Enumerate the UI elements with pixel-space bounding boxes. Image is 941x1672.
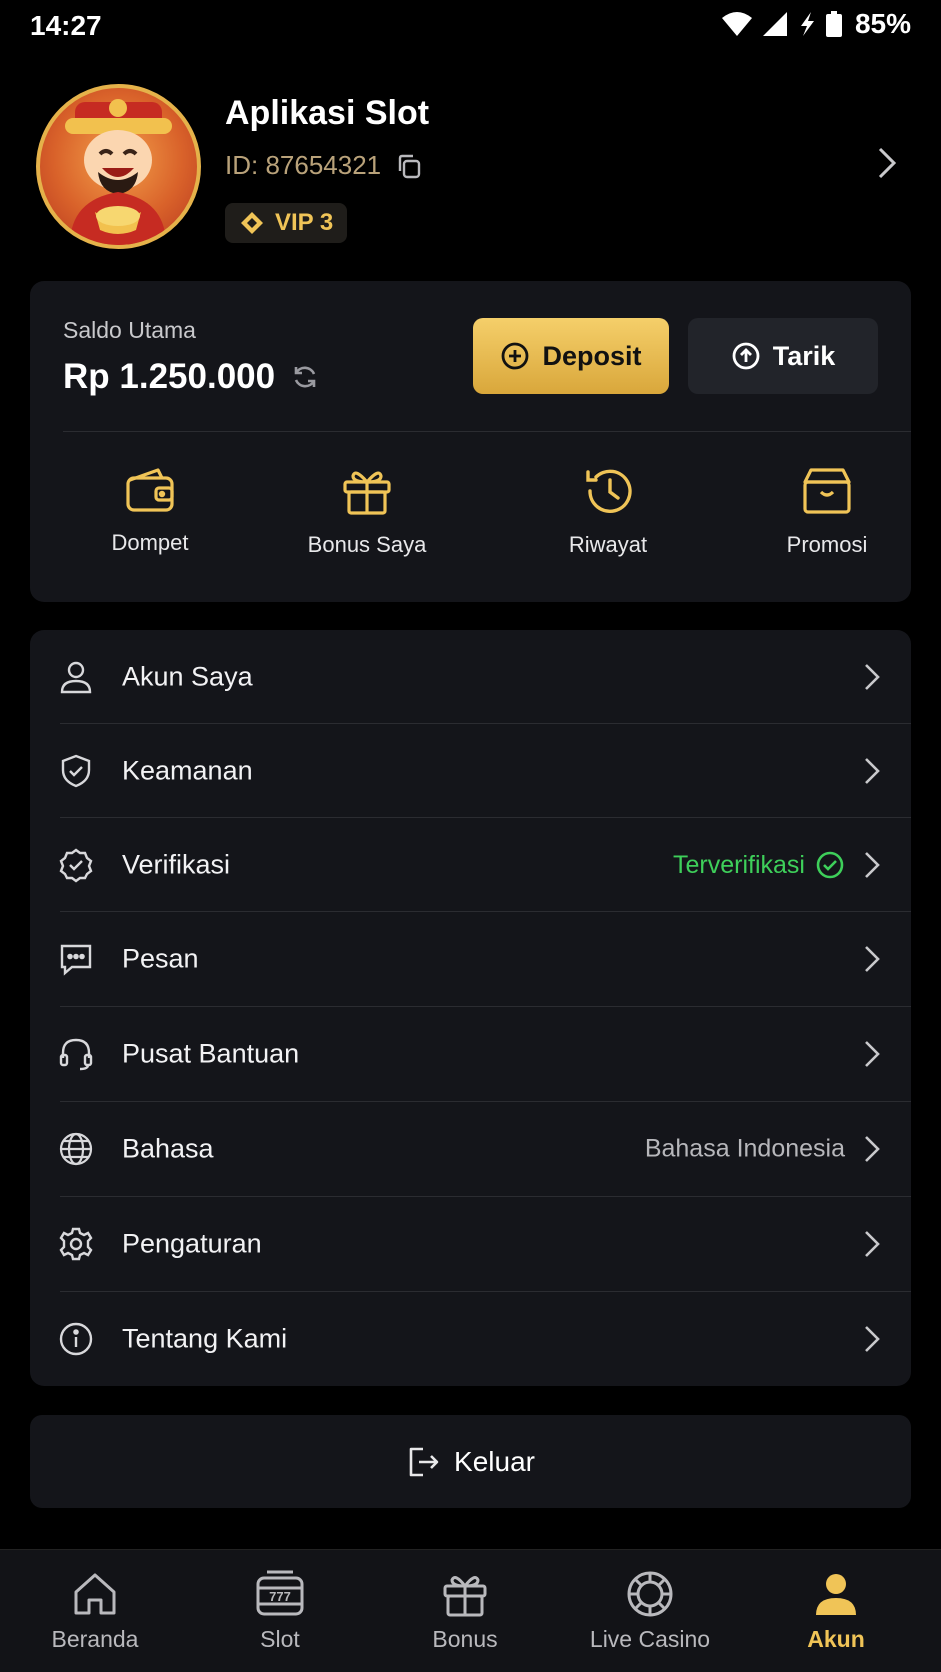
menu-item-bahasa[interactable]: Bahasa Bahasa Indonesia <box>30 1102 911 1196</box>
nav-label: Slot <box>260 1626 300 1652</box>
quick-action-label: Bonus Saya <box>307 532 427 557</box>
chevron-right-icon <box>865 664 880 690</box>
verification-status-text: Terverifikasi <box>673 850 805 879</box>
menu-item-pusat-bantuan[interactable]: Pusat Bantuan <box>30 1007 911 1101</box>
diamond-icon <box>241 212 263 234</box>
nav-tab-bonus[interactable]: Bonus <box>390 1570 540 1653</box>
wifi-icon <box>721 12 752 36</box>
menu-item-label: Verifikasi <box>122 849 231 880</box>
nav-label: Akun <box>807 1626 865 1652</box>
language-value: Bahasa Indonesia <box>644 1134 845 1163</box>
headset-icon <box>59 1038 93 1071</box>
battery-percent: 85% <box>854 8 911 39</box>
arrow-up-circle-icon <box>732 342 760 370</box>
quick-action-label: Dompet <box>111 530 189 555</box>
verification-status: Terverifikasi <box>673 850 845 880</box>
plus-circle-icon <box>502 342 529 370</box>
nav-tab-akun[interactable]: Akun <box>761 1570 911 1653</box>
quick-action-history[interactable]: Riwayat <box>533 466 683 558</box>
nav-label: Beranda <box>51 1626 139 1652</box>
menu-item-pesan[interactable]: Pesan <box>30 912 911 1006</box>
slot-machine-icon: 777 <box>256 1570 304 1616</box>
user-icon <box>60 661 92 694</box>
avatar <box>36 84 201 249</box>
check-circle-icon <box>816 851 844 879</box>
chevron-right-icon <box>865 1326 880 1352</box>
chevron-right-icon <box>865 852 880 878</box>
nav-label: Live Casino <box>589 1626 711 1652</box>
signal-icon <box>762 12 787 36</box>
gear-icon <box>59 1227 93 1261</box>
balance-amount-row: Rp 1.250.000 <box>63 357 319 397</box>
quick-action-promo[interactable]: Promosi <box>752 466 902 558</box>
nav-tab-beranda[interactable]: Beranda <box>20 1570 170 1653</box>
quick-action-label: Riwayat <box>568 532 648 557</box>
withdraw-button[interactable]: Tarik <box>688 318 878 394</box>
globe-icon <box>59 1132 93 1166</box>
menu-item-label: Tentang Kami <box>122 1323 288 1354</box>
logout-icon <box>409 1447 439 1476</box>
badge-check-icon <box>59 848 93 883</box>
menu-item-label: Akun Saya <box>122 661 253 692</box>
chevron-right-icon <box>865 1041 880 1067</box>
menu-item-tentang-kami[interactable]: Tentang Kami <box>30 1292 911 1386</box>
menu-item-keamanan[interactable]: Keamanan <box>30 724 911 818</box>
menu-item-akun-saya[interactable]: Akun Saya <box>30 630 911 724</box>
nav-label: Bonus <box>432 1626 498 1652</box>
status-icons: 85% <box>721 8 911 40</box>
history-icon <box>586 469 632 513</box>
quick-action-label: Promosi <box>786 532 868 557</box>
logout-label: Keluar <box>454 1445 535 1477</box>
vip-label: VIP 3 <box>275 209 334 236</box>
menu-item-label: Pengaturan <box>122 1228 262 1259</box>
balance-amount: Rp 1.250.000 <box>63 357 276 396</box>
chevron-right-icon[interactable] <box>877 146 897 180</box>
withdraw-label: Tarik <box>772 340 836 371</box>
gift-icon <box>343 471 391 515</box>
logout-button[interactable]: Keluar <box>30 1415 911 1508</box>
gift-icon <box>443 1576 487 1617</box>
chevron-right-icon <box>865 1231 880 1257</box>
quick-action-bonus[interactable]: Bonus Saya <box>292 466 442 558</box>
promo-box-icon <box>803 468 851 514</box>
balance-label: Saldo Utama <box>63 317 196 343</box>
profile-header[interactable]: Aplikasi Slot ID: 87654321 VIP 3 <box>0 80 941 250</box>
nav-tab-slot[interactable]: 777 Slot <box>205 1570 355 1653</box>
settings-menu: Akun Saya Keamanan Verifikasi Terverifik… <box>30 630 911 1386</box>
svg-text:777: 777 <box>269 1589 291 1604</box>
shield-icon <box>61 754 91 788</box>
status-bar: 14:27 85% <box>0 0 941 54</box>
menu-item-verifikasi[interactable]: Verifikasi Terverifikasi <box>30 818 911 912</box>
info-icon <box>59 1322 93 1356</box>
menu-item-label: Pesan <box>122 943 199 974</box>
casino-chip-icon <box>627 1571 673 1617</box>
deposit-button[interactable]: Deposit <box>473 318 669 394</box>
copy-icon[interactable] <box>395 152 423 180</box>
quick-action-wallet[interactable]: Dompet <box>75 466 225 556</box>
wallet-icon <box>126 468 174 512</box>
chevron-right-icon <box>865 946 880 972</box>
refresh-icon[interactable] <box>291 363 319 391</box>
vip-badge: VIP 3 <box>225 203 348 243</box>
divider <box>63 431 911 432</box>
home-icon <box>74 1573 116 1615</box>
deposit-label: Deposit <box>542 340 642 371</box>
menu-item-pengaturan[interactable]: Pengaturan <box>30 1197 911 1291</box>
message-icon <box>60 944 92 976</box>
chevron-right-icon <box>865 758 880 784</box>
profile-id-row: ID: 87654321 <box>225 150 423 181</box>
data-saver-icon <box>800 12 814 36</box>
nav-tab-live-casino[interactable]: Live Casino <box>575 1570 725 1653</box>
battery-icon <box>825 11 842 37</box>
menu-item-label: Pusat Bantuan <box>122 1038 300 1069</box>
profile-id: ID: 87654321 <box>225 150 382 180</box>
menu-item-label: Bahasa <box>122 1133 214 1164</box>
bottom-nav: Beranda 777 Slot Bonus Live Casino Akun <box>0 1549 941 1672</box>
user-icon <box>816 1574 856 1615</box>
status-time: 14:27 <box>30 10 102 41</box>
menu-item-label: Keamanan <box>122 755 253 786</box>
balance-card: Saldo Utama Rp 1.250.000 Deposit Tarik D… <box>30 281 911 602</box>
profile-name: Aplikasi Slot <box>225 94 430 132</box>
chevron-right-icon <box>865 1136 880 1162</box>
